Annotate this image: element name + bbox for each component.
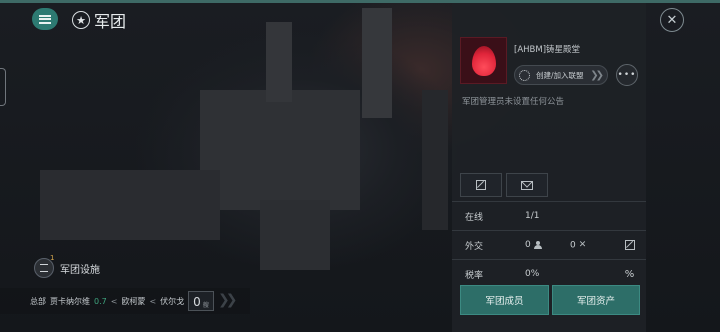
online-value: 1/1 (525, 211, 540, 221)
system-name: 贾卡纳尔维 (50, 296, 90, 306)
page-header: ★ 军团 (72, 8, 126, 32)
close-icon: ✕ (666, 12, 678, 28)
corp-assets-button[interactable]: 军团资产 (552, 285, 640, 315)
station-spire-right (362, 8, 392, 118)
diplomacy-hostile-count: 0 (570, 240, 576, 251)
tax-value: 0% (525, 269, 540, 279)
tax-row: 税率 0% % (452, 260, 646, 288)
create-join-alliance-button[interactable]: 创建/加入联盟 ❯❯ (514, 65, 608, 85)
menu-icon (39, 14, 51, 24)
corporation-name: [AHBM]铸星殿堂 (514, 45, 581, 55)
diplomacy-row: 外交 0 0 ✕ (452, 231, 646, 259)
flame-emblem-icon (471, 45, 496, 76)
corp-members-button[interactable]: 军团成员 (460, 285, 549, 315)
docked-count: 0 (193, 295, 201, 309)
corporation-logo (460, 37, 507, 84)
edit-tax-button[interactable]: % (623, 268, 636, 281)
docked-unit: 艘 (202, 302, 209, 309)
tax-label: 税率 (465, 270, 484, 281)
station-arm-bottom (260, 200, 330, 270)
crossed-swords-icon: ✕ (578, 239, 587, 250)
person-icon (533, 240, 543, 249)
facility-label: 军团设施 (60, 264, 100, 276)
diplomacy-friendly: 0 (525, 240, 543, 250)
diplomacy-friendly-count: 0 (525, 240, 531, 250)
edit-icon (624, 240, 635, 250)
alliance-ring-icon (519, 69, 530, 81)
station-arm-left (40, 170, 220, 240)
page-title: 军团 (94, 12, 127, 31)
menu-button[interactable] (32, 8, 58, 30)
location-breadcrumb: 总部 贾卡纳尔维 0.7 < 欧柯蒙 < 伏尔戈 (30, 296, 184, 307)
chevron-right-icon: ❯❯ (590, 69, 604, 81)
edit-diplomacy-button[interactable] (623, 239, 636, 252)
more-options-button[interactable]: ••• (616, 64, 638, 86)
mail-button[interactable] (506, 173, 548, 197)
corporation-star-icon: ★ (72, 11, 90, 29)
breadcrumb-separator: < (110, 296, 118, 306)
edit-icon (476, 180, 486, 190)
mail-icon (521, 180, 533, 190)
station-structure-center (200, 90, 360, 210)
close-button[interactable]: ✕ (660, 8, 684, 32)
corp-announcement: 军团管理员未设置任何公告 (462, 97, 565, 107)
side-drawer-handle[interactable] (0, 68, 6, 106)
security-status: 0.7 (94, 296, 107, 306)
corporation-info-panel: [AHBM]铸星殿堂 创建/加入联盟 ❯❯ ••• 军团管理员未设置任何公告 在… (452, 3, 646, 332)
constellation-name: 欧柯蒙 (121, 296, 146, 306)
hq-label: 总部 (30, 296, 46, 306)
online-row: 在线 1/1 (452, 202, 646, 230)
station-spire-left (266, 22, 292, 102)
region-name: 伏尔戈 (160, 296, 185, 306)
station-pylon-right (422, 90, 448, 230)
breadcrumb-separator: < (149, 296, 157, 306)
percent-icon: % (624, 268, 635, 280)
chevron-right-icon: ❯❯ (218, 292, 238, 308)
docked-count-badge: 0艘 (188, 291, 214, 311)
diplomacy-label: 外交 (465, 241, 484, 252)
edit-announcement-button[interactable] (460, 173, 502, 197)
join-alliance-label: 创建/加入联盟 (536, 70, 584, 80)
facility-count: 1 (50, 254, 55, 262)
location-bar[interactable]: 总部 贾卡纳尔维 0.7 < 欧柯蒙 < 伏尔戈 0艘 ❯❯ (0, 288, 250, 314)
online-label: 在线 (465, 212, 484, 223)
corp-facility-button[interactable]: 1 军团设施 (34, 254, 100, 278)
diplomacy-hostile: 0 ✕ (570, 240, 586, 251)
